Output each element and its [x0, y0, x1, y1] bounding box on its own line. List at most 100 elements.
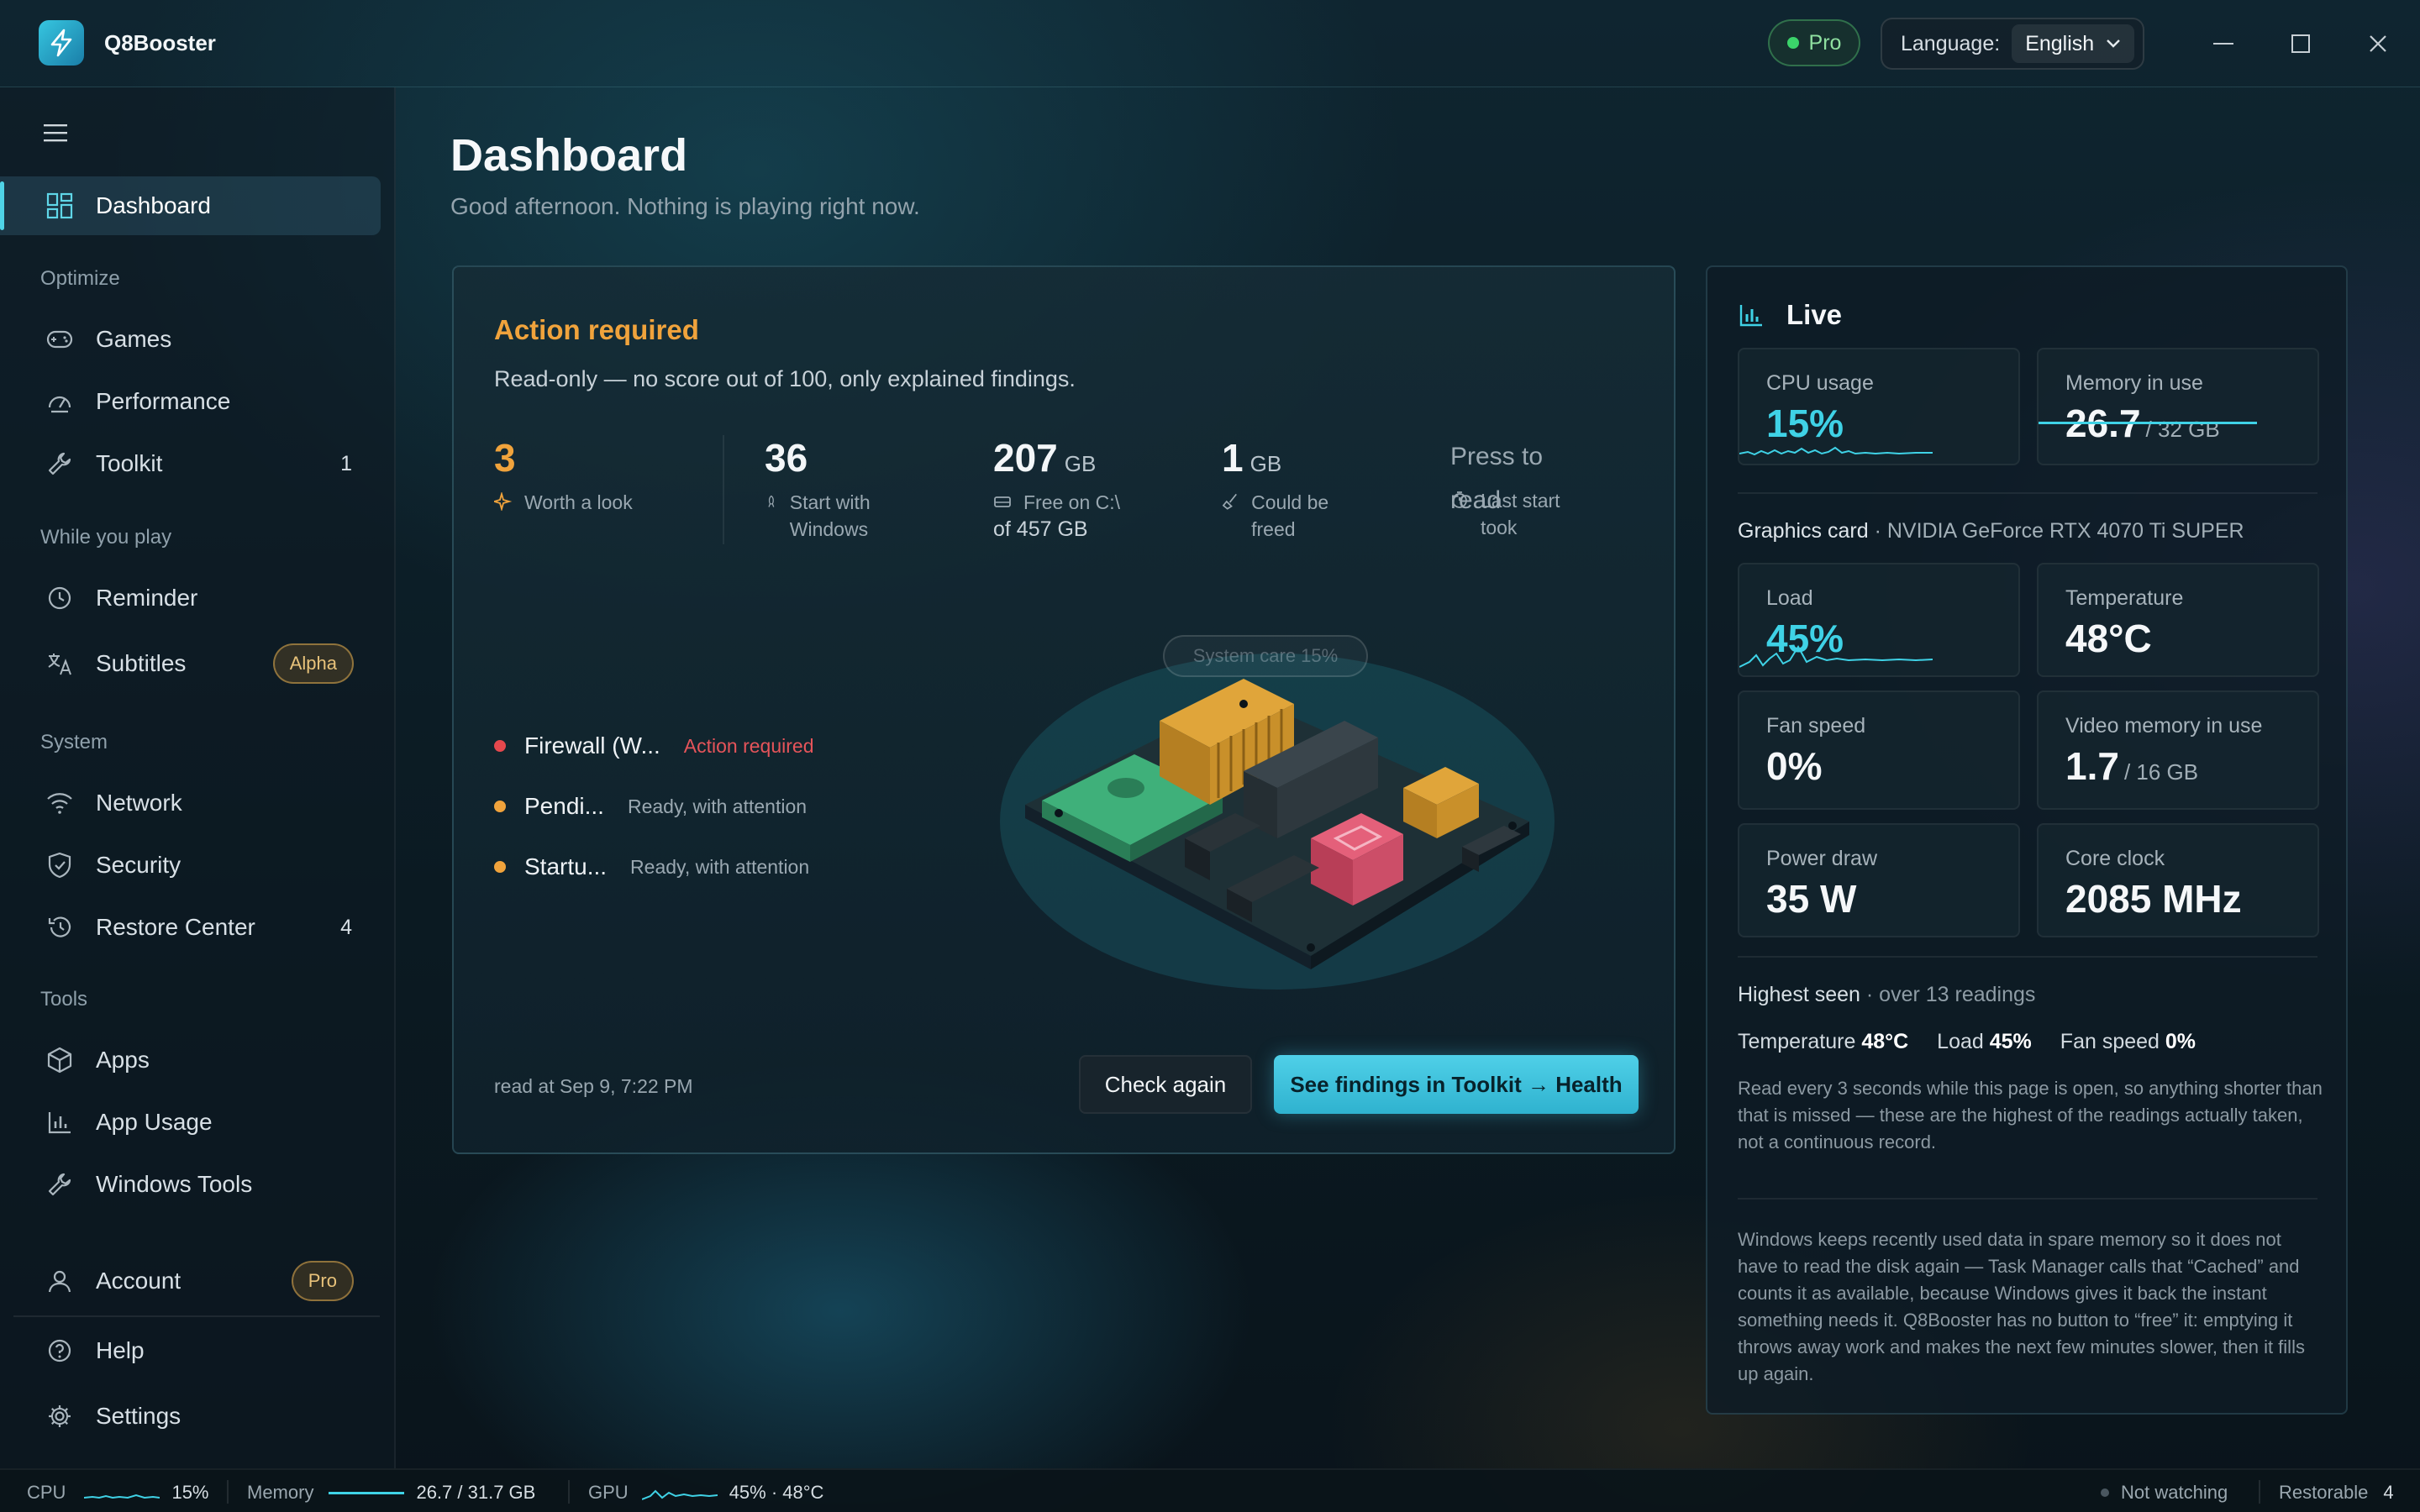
gpu-temperature-tile: Temperature 48°C [2037, 563, 2319, 677]
close-button[interactable] [2356, 22, 2400, 66]
statusbar-cpu[interactable]: CPU 15% [27, 1482, 209, 1504]
gpu-label: Graphics card [1738, 519, 1869, 543]
cpu-mini-sparkline [84, 1494, 160, 1499]
stat-start-with-windows[interactable]: 36 Start with Windows [765, 435, 908, 543]
sidebar-item-label: Performance [96, 388, 231, 414]
see-findings-button[interactable]: See findings in Toolkit → Health [1274, 1055, 1639, 1114]
sidebar-item-dashboard[interactable]: Dashboard [0, 176, 381, 235]
stat-label: Worth a look [524, 491, 633, 513]
title-bar: Q8Booster Pro Language: English [0, 0, 2420, 87]
stat-last-start[interactable]: Press to read Last start took [1450, 435, 1602, 541]
statusbar-memory[interactable]: Memory 26.7 / 31.7 GB [247, 1482, 535, 1504]
maximize-button[interactable] [2279, 22, 2323, 66]
cpu-value: 15% [171, 1482, 209, 1503]
status-bar: CPU 15% Memory 26.7 / 31.7 GB GPU 45% · … [0, 1468, 2420, 1512]
box-icon [45, 1046, 74, 1074]
hs-fan-value: 0% [2165, 1030, 2196, 1053]
sidebar-item-label: Restore Center [96, 914, 255, 940]
hs-load-label: Load [1937, 1030, 1984, 1053]
stat-label: Free on C:\ [1023, 491, 1121, 513]
pro-badge: Pro [291, 1261, 354, 1301]
hamburger-menu-button[interactable] [44, 123, 72, 148]
sidebar-item-label: Games [96, 326, 172, 352]
wrench-icon [45, 449, 74, 478]
minimize-button[interactable] [2202, 22, 2245, 66]
sidebar-item-help[interactable]: Help [0, 1321, 381, 1380]
sidebar-item-windows-tools[interactable]: Windows Tools [0, 1155, 381, 1214]
finding-status: Ready, with attention [627, 795, 808, 817]
clock-icon [45, 584, 74, 612]
tile-label: Fan speed [1766, 714, 1866, 738]
stat-worth-a-look[interactable]: 3 Worth a look [494, 435, 633, 516]
stat-divider [723, 435, 724, 544]
sidebar-item-app-usage[interactable]: App Usage [0, 1093, 381, 1152]
language-select[interactable]: English [2012, 24, 2135, 63]
sidebar-item-account[interactable]: Account Pro [0, 1252, 381, 1310]
sidebar-item-label: App Usage [96, 1109, 213, 1135]
gpu-value: 45% · 48°C [729, 1482, 824, 1503]
tile-value: 2085 MHz [2065, 877, 2242, 921]
sidebar-item-performance[interactable]: Performance [0, 372, 381, 431]
gpu-mini-sparkline [641, 1489, 718, 1500]
pro-status-badge[interactable]: Pro [1768, 19, 1860, 66]
stat-label: Could be freed [1251, 491, 1329, 540]
sidebar-item-subtitles[interactable]: Subtitles Alpha [0, 634, 381, 693]
finding-name: Startu... [524, 853, 608, 879]
sidebar-divider [13, 1315, 380, 1317]
video-memory-tile: Video memory in use 1.7/ 16 GB [2037, 690, 2319, 810]
finding-name: Firewall (W... [524, 732, 660, 759]
tile-label: Load [1766, 586, 1813, 610]
sidebar-item-label: Apps [96, 1047, 150, 1073]
sidebar-item-label: Settings [96, 1403, 182, 1429]
sidebar-item-reminder[interactable]: Reminder [0, 569, 381, 627]
statusbar-divider [2259, 1480, 2260, 1504]
sidebar-item-toolkit[interactable]: Toolkit 1 [0, 434, 381, 493]
stat-could-be-freed[interactable]: 1 GB Could be freed [1222, 435, 1373, 543]
finding-item[interactable]: Firewall (W... Action required [494, 729, 813, 763]
restorable-value: 4 [2383, 1482, 2394, 1503]
chevron-down-icon [2107, 39, 2121, 48]
sidebar-item-apps[interactable]: Apps [0, 1031, 381, 1089]
stat-value: Press to read [1450, 443, 1544, 514]
sidebar-item-restore-center[interactable]: Restore Center 4 [0, 898, 381, 957]
sidebar-item-security[interactable]: Security [0, 836, 381, 895]
danger-dot-icon [494, 740, 506, 752]
statusbar-restorable[interactable]: Restorable 4 [2279, 1482, 2394, 1504]
sidebar-item-network[interactable]: Network [0, 774, 381, 832]
tile-label: Core clock [2065, 847, 2165, 870]
bar-chart-icon [45, 1108, 74, 1137]
finding-item[interactable]: Pendi... Ready, with attention [494, 790, 807, 823]
tile-value: 35 W [1766, 877, 1857, 921]
sidebar-item-settings[interactable]: Settings [0, 1387, 381, 1446]
toolkit-count: 1 [340, 451, 352, 475]
core-clock-tile: Core clock 2085 MHz [2037, 823, 2319, 937]
score-chip: System care 15% [1163, 635, 1368, 677]
live-divider [1738, 956, 2317, 958]
stat-value: 3 [494, 436, 516, 480]
warning-dot-icon [494, 801, 506, 812]
gpu-info: Graphics card · NVIDIA GeForce RTX 4070 … [1738, 519, 2244, 543]
tile-value: 1.7 [2065, 744, 2119, 788]
finding-status: Ready, with attention [630, 855, 810, 878]
stat-value: 36 [765, 436, 808, 480]
statusbar-gpu[interactable]: GPU 45% · 48°C [588, 1482, 823, 1504]
page-subtitle: Good afternoon. Nothing is playing right… [450, 193, 920, 219]
stat-value: 1 [1222, 436, 1244, 480]
read-timestamp: read at Sep 9, 7:22 PM [494, 1075, 693, 1097]
readings-note: Read every 3 seconds while this page is … [1738, 1078, 2323, 1152]
statusbar-watch[interactable]: Not watching [2101, 1482, 2228, 1504]
tile-label: Memory in use [2065, 371, 2203, 395]
live-panel: Live CPU usage 15% Memory in use 26.7/ 3… [1706, 265, 2348, 1415]
restore-count: 4 [340, 915, 352, 939]
power-draw-tile: Power draw 35 W [1738, 823, 2020, 937]
stat-free-on-c[interactable]: 207 GB Free on C:\ of 457 GB [993, 435, 1161, 542]
sidebar-item-games[interactable]: Games [0, 310, 381, 369]
check-again-button[interactable]: Check again [1079, 1055, 1252, 1114]
page-title: Dashboard [450, 130, 688, 181]
hs-fan-label: Fan speed [2060, 1030, 2160, 1053]
memory-level-line [2039, 422, 2257, 424]
memory-label: Memory [247, 1482, 314, 1503]
language-value: English [2025, 31, 2095, 55]
status-dot-icon [1786, 37, 1799, 49]
finding-item[interactable]: Startu... Ready, with attention [494, 850, 809, 884]
